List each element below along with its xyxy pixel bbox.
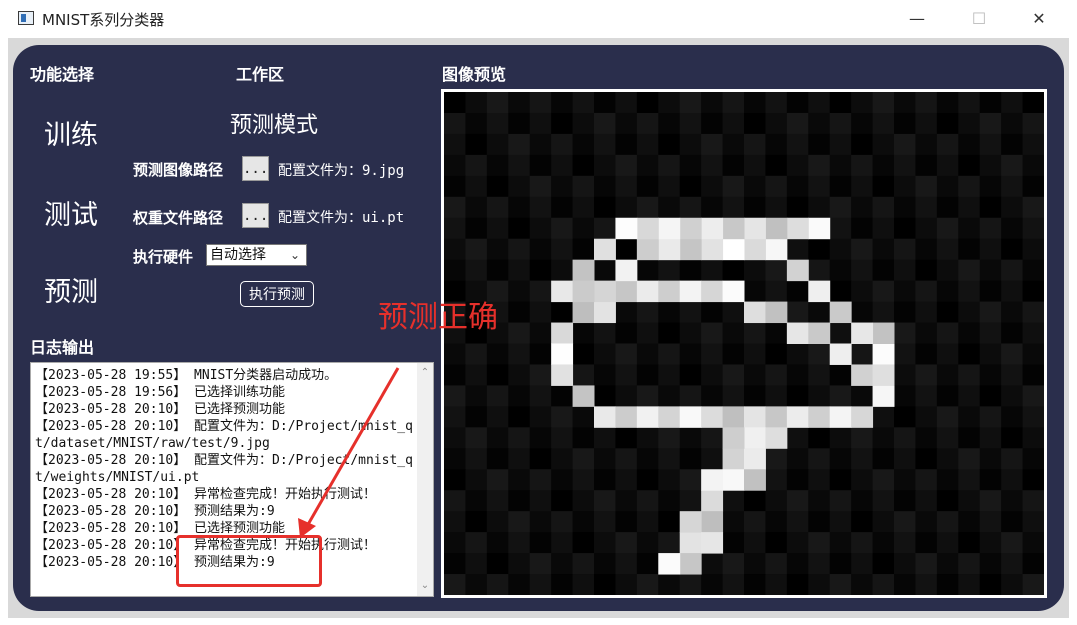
annotation-arrow: [298, 367, 400, 538]
